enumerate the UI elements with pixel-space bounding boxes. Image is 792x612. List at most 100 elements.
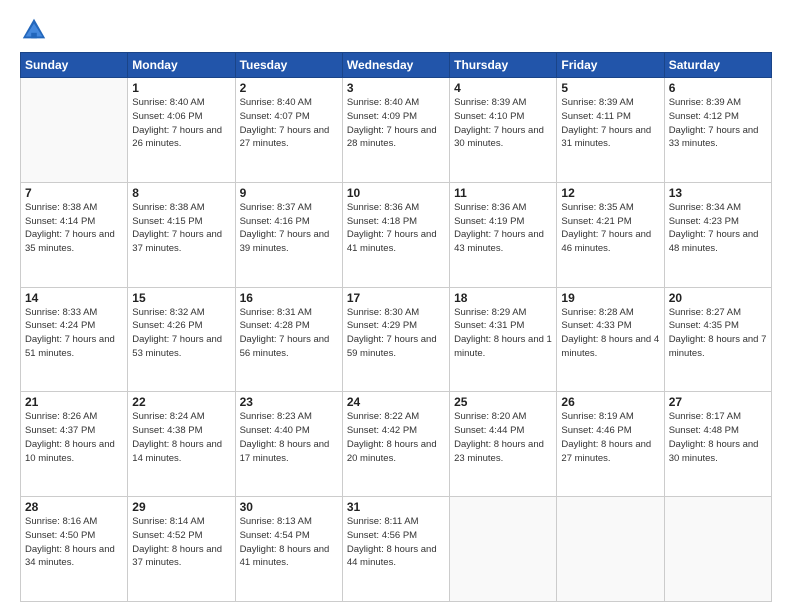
sunset-text: Sunset: 4:31 PM <box>454 320 524 331</box>
daylight-text: Daylight: 8 hours and 27 minutes. <box>561 439 651 464</box>
cell-info: Sunrise: 8:39 AM Sunset: 4:12 PM Dayligh… <box>669 96 767 151</box>
calendar-cell <box>557 497 664 602</box>
cell-info: Sunrise: 8:11 AM Sunset: 4:56 PM Dayligh… <box>347 515 445 570</box>
sunset-text: Sunset: 4:10 PM <box>454 111 524 122</box>
calendar-cell: 2 Sunrise: 8:40 AM Sunset: 4:07 PM Dayli… <box>235 78 342 183</box>
day-number: 30 <box>240 500 338 514</box>
calendar-cell: 17 Sunrise: 8:30 AM Sunset: 4:29 PM Dayl… <box>342 287 449 392</box>
daylight-text: Daylight: 8 hours and 34 minutes. <box>25 544 115 569</box>
calendar-cell: 1 Sunrise: 8:40 AM Sunset: 4:06 PM Dayli… <box>128 78 235 183</box>
calendar-cell: 14 Sunrise: 8:33 AM Sunset: 4:24 PM Dayl… <box>21 287 128 392</box>
day-number: 27 <box>669 395 767 409</box>
sunrise-text: Sunrise: 8:27 AM <box>669 307 741 318</box>
cell-info: Sunrise: 8:19 AM Sunset: 4:46 PM Dayligh… <box>561 410 659 465</box>
cell-info: Sunrise: 8:20 AM Sunset: 4:44 PM Dayligh… <box>454 410 552 465</box>
calendar-cell: 10 Sunrise: 8:36 AM Sunset: 4:18 PM Dayl… <box>342 182 449 287</box>
sunrise-text: Sunrise: 8:14 AM <box>132 516 204 527</box>
sunrise-text: Sunrise: 8:38 AM <box>132 202 204 213</box>
day-number: 31 <box>347 500 445 514</box>
sunset-text: Sunset: 4:29 PM <box>347 320 417 331</box>
calendar-cell: 24 Sunrise: 8:22 AM Sunset: 4:42 PM Dayl… <box>342 392 449 497</box>
weekday-header-sunday: Sunday <box>21 53 128 78</box>
sunrise-text: Sunrise: 8:36 AM <box>347 202 419 213</box>
cell-info: Sunrise: 8:14 AM Sunset: 4:52 PM Dayligh… <box>132 515 230 570</box>
daylight-text: Daylight: 7 hours and 48 minutes. <box>669 229 759 254</box>
page: SundayMondayTuesdayWednesdayThursdayFrid… <box>0 0 792 612</box>
sunrise-text: Sunrise: 8:24 AM <box>132 411 204 422</box>
day-number: 16 <box>240 291 338 305</box>
sunset-text: Sunset: 4:11 PM <box>561 111 631 122</box>
calendar-cell: 19 Sunrise: 8:28 AM Sunset: 4:33 PM Dayl… <box>557 287 664 392</box>
cell-info: Sunrise: 8:32 AM Sunset: 4:26 PM Dayligh… <box>132 306 230 361</box>
sunset-text: Sunset: 4:37 PM <box>25 425 95 436</box>
cell-info: Sunrise: 8:24 AM Sunset: 4:38 PM Dayligh… <box>132 410 230 465</box>
weekday-header-thursday: Thursday <box>450 53 557 78</box>
day-number: 12 <box>561 186 659 200</box>
sunrise-text: Sunrise: 8:32 AM <box>132 307 204 318</box>
sunrise-text: Sunrise: 8:11 AM <box>347 516 419 527</box>
sunset-text: Sunset: 4:07 PM <box>240 111 310 122</box>
sunrise-text: Sunrise: 8:37 AM <box>240 202 312 213</box>
cell-info: Sunrise: 8:36 AM Sunset: 4:18 PM Dayligh… <box>347 201 445 256</box>
calendar-cell: 4 Sunrise: 8:39 AM Sunset: 4:10 PM Dayli… <box>450 78 557 183</box>
cell-info: Sunrise: 8:23 AM Sunset: 4:40 PM Dayligh… <box>240 410 338 465</box>
logo-icon <box>20 16 48 44</box>
day-number: 18 <box>454 291 552 305</box>
daylight-text: Daylight: 8 hours and 7 minutes. <box>669 334 767 359</box>
calendar-cell: 16 Sunrise: 8:31 AM Sunset: 4:28 PM Dayl… <box>235 287 342 392</box>
day-number: 1 <box>132 81 230 95</box>
sunset-text: Sunset: 4:16 PM <box>240 216 310 227</box>
sunrise-text: Sunrise: 8:40 AM <box>347 97 419 108</box>
sunset-text: Sunset: 4:12 PM <box>669 111 739 122</box>
sunset-text: Sunset: 4:40 PM <box>240 425 310 436</box>
sunset-text: Sunset: 4:06 PM <box>132 111 202 122</box>
sunset-text: Sunset: 4:28 PM <box>240 320 310 331</box>
daylight-text: Daylight: 8 hours and 4 minutes. <box>561 334 659 359</box>
sunset-text: Sunset: 4:50 PM <box>25 530 95 541</box>
calendar-cell: 30 Sunrise: 8:13 AM Sunset: 4:54 PM Dayl… <box>235 497 342 602</box>
cell-info: Sunrise: 8:13 AM Sunset: 4:54 PM Dayligh… <box>240 515 338 570</box>
sunrise-text: Sunrise: 8:29 AM <box>454 307 526 318</box>
sunset-text: Sunset: 4:52 PM <box>132 530 202 541</box>
sunset-text: Sunset: 4:46 PM <box>561 425 631 436</box>
cell-info: Sunrise: 8:40 AM Sunset: 4:06 PM Dayligh… <box>132 96 230 151</box>
daylight-text: Daylight: 8 hours and 44 minutes. <box>347 544 437 569</box>
cell-info: Sunrise: 8:33 AM Sunset: 4:24 PM Dayligh… <box>25 306 123 361</box>
daylight-text: Daylight: 7 hours and 31 minutes. <box>561 125 651 150</box>
sunrise-text: Sunrise: 8:28 AM <box>561 307 633 318</box>
cell-info: Sunrise: 8:29 AM Sunset: 4:31 PM Dayligh… <box>454 306 552 361</box>
calendar-cell: 7 Sunrise: 8:38 AM Sunset: 4:14 PM Dayli… <box>21 182 128 287</box>
cell-info: Sunrise: 8:34 AM Sunset: 4:23 PM Dayligh… <box>669 201 767 256</box>
cell-info: Sunrise: 8:30 AM Sunset: 4:29 PM Dayligh… <box>347 306 445 361</box>
week-row-1: 7 Sunrise: 8:38 AM Sunset: 4:14 PM Dayli… <box>21 182 772 287</box>
weekday-header-wednesday: Wednesday <box>342 53 449 78</box>
calendar-cell: 18 Sunrise: 8:29 AM Sunset: 4:31 PM Dayl… <box>450 287 557 392</box>
daylight-text: Daylight: 7 hours and 59 minutes. <box>347 334 437 359</box>
sunrise-text: Sunrise: 8:39 AM <box>454 97 526 108</box>
cell-info: Sunrise: 8:39 AM Sunset: 4:11 PM Dayligh… <box>561 96 659 151</box>
calendar-table: SundayMondayTuesdayWednesdayThursdayFrid… <box>20 52 772 602</box>
cell-info: Sunrise: 8:17 AM Sunset: 4:48 PM Dayligh… <box>669 410 767 465</box>
sunset-text: Sunset: 4:21 PM <box>561 216 631 227</box>
daylight-text: Daylight: 7 hours and 46 minutes. <box>561 229 651 254</box>
sunrise-text: Sunrise: 8:36 AM <box>454 202 526 213</box>
sunset-text: Sunset: 4:14 PM <box>25 216 95 227</box>
cell-info: Sunrise: 8:40 AM Sunset: 4:07 PM Dayligh… <box>240 96 338 151</box>
daylight-text: Daylight: 7 hours and 27 minutes. <box>240 125 330 150</box>
daylight-text: Daylight: 7 hours and 35 minutes. <box>25 229 115 254</box>
daylight-text: Daylight: 8 hours and 17 minutes. <box>240 439 330 464</box>
cell-info: Sunrise: 8:31 AM Sunset: 4:28 PM Dayligh… <box>240 306 338 361</box>
calendar-cell: 11 Sunrise: 8:36 AM Sunset: 4:19 PM Dayl… <box>450 182 557 287</box>
daylight-text: Daylight: 7 hours and 51 minutes. <box>25 334 115 359</box>
day-number: 4 <box>454 81 552 95</box>
sunrise-text: Sunrise: 8:31 AM <box>240 307 312 318</box>
day-number: 7 <box>25 186 123 200</box>
sunrise-text: Sunrise: 8:17 AM <box>669 411 741 422</box>
daylight-text: Daylight: 7 hours and 53 minutes. <box>132 334 222 359</box>
day-number: 20 <box>669 291 767 305</box>
calendar-cell: 27 Sunrise: 8:17 AM Sunset: 4:48 PM Dayl… <box>664 392 771 497</box>
weekday-header-friday: Friday <box>557 53 664 78</box>
day-number: 3 <box>347 81 445 95</box>
sunset-text: Sunset: 4:44 PM <box>454 425 524 436</box>
calendar-cell: 5 Sunrise: 8:39 AM Sunset: 4:11 PM Dayli… <box>557 78 664 183</box>
